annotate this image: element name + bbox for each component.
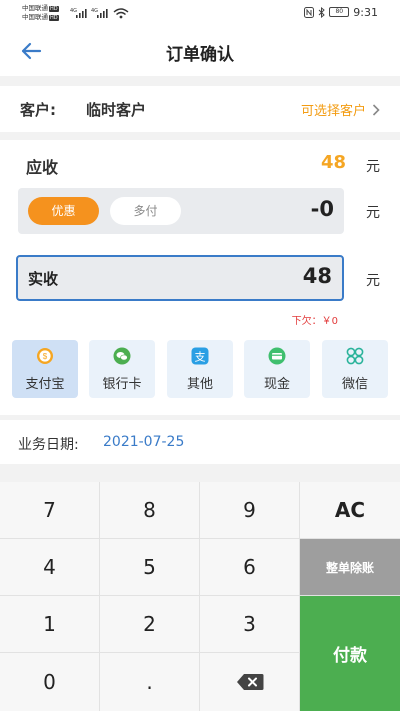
carrier-2-label: 中国联通	[22, 13, 48, 21]
pay-method-alipay[interactable]: $ 支付宝	[12, 340, 78, 398]
pay-method-label: 支付宝	[25, 377, 65, 392]
customer-name: 临时客户	[86, 101, 147, 119]
carrier-1-label: 中国联通	[22, 4, 48, 12]
carrier-1: 中国联通 HD	[22, 4, 59, 12]
discount-box: 优惠 多付 -0	[18, 188, 344, 234]
battery-level: 80	[335, 8, 344, 15]
svg-text:支: 支	[195, 351, 206, 364]
key-0[interactable]: 0	[0, 653, 100, 711]
net-type-2: 4G	[91, 8, 98, 14]
owed-amount: 下欠：￥0	[291, 316, 338, 327]
key-ac[interactable]: AC	[300, 482, 400, 539]
chevron-right-icon	[372, 103, 380, 116]
bluetooth-icon	[318, 6, 326, 18]
actual-received-input[interactable]: 实收 48	[16, 255, 344, 301]
wechat-chat-icon	[113, 347, 131, 365]
pay-method-cash[interactable]: 现金	[244, 340, 310, 398]
amount-card: 应收 48 元 优惠 多付 -0 元 实收 48 元 下欠：￥0 $ 支付宝 银…	[0, 140, 400, 415]
key-2[interactable]: 2	[100, 596, 200, 653]
carrier-2: 中国联通 HD	[22, 13, 59, 21]
hd-badge: HD	[49, 6, 59, 12]
receivable-value: 48	[320, 152, 346, 173]
discount-tab[interactable]: 优惠	[28, 197, 99, 225]
discount-value[interactable]: -0	[311, 197, 334, 221]
business-date-row: 业务日期: 2021-07-25	[0, 420, 400, 464]
pay-method-label: 其他	[186, 377, 213, 392]
pay-method-wechat[interactable]: 微信	[322, 340, 388, 398]
customer-row: 客户: 临时客户 可选择客户	[0, 86, 400, 132]
key-4[interactable]: 4	[0, 539, 100, 596]
clover-icon	[346, 347, 364, 365]
app-header: 订单确认	[0, 26, 400, 76]
cash-icon	[268, 347, 286, 365]
overpay-tab[interactable]: 多付	[110, 197, 181, 225]
backspace-icon	[236, 674, 263, 690]
pay-method-label: 微信	[341, 377, 368, 392]
discount-unit: 元	[366, 205, 380, 221]
key-8[interactable]: 8	[100, 482, 200, 539]
status-right: 80 9:31	[304, 5, 378, 19]
alipay-icon: $	[37, 348, 53, 364]
clear-order-button[interactable]: 整单除账	[300, 539, 400, 596]
clock: 9:31	[353, 5, 378, 19]
actual-unit: 元	[366, 273, 380, 289]
nfc-icon	[304, 6, 315, 18]
backspace-button[interactable]	[200, 653, 300, 711]
receivable-label: 应收	[26, 158, 59, 177]
select-customer-label: 可选择客户	[300, 104, 366, 119]
pay-method-label: 银行卡	[102, 377, 142, 392]
key-3[interactable]: 3	[200, 596, 300, 653]
net-type-1: 4G	[70, 8, 77, 14]
pay-button[interactable]: 付款	[300, 596, 400, 711]
pay-method-label: 现金	[263, 377, 290, 392]
alipay-other-icon: 支	[191, 347, 209, 365]
business-date-label: 业务日期:	[18, 437, 79, 453]
battery-icon: 80	[329, 7, 350, 17]
key-1[interactable]: 1	[0, 596, 100, 653]
svg-text:$: $	[43, 352, 48, 361]
key-5[interactable]: 5	[100, 539, 200, 596]
signal-wifi-icons: 4G 4G	[70, 8, 129, 19]
hd-badge: HD	[49, 15, 59, 21]
receivable-unit: 元	[366, 159, 380, 175]
pay-method-bank-card[interactable]: 银行卡	[89, 340, 155, 398]
key-7[interactable]: 7	[0, 482, 100, 539]
key-dot[interactable]: .	[100, 653, 200, 711]
page-title: 订单确认	[166, 45, 234, 65]
status-bar: 中国联通 HD 中国联通 HD 4G 4G 80 9:31	[0, 0, 400, 26]
key-9[interactable]: 9	[200, 482, 300, 539]
key-6[interactable]: 6	[200, 539, 300, 596]
actual-received-label: 实收	[28, 270, 59, 288]
select-customer-button[interactable]: 可选择客户	[301, 100, 380, 119]
business-date-value[interactable]: 2021-07-25	[103, 434, 184, 450]
numeric-keypad: 7 8 9 AC 4 5 6 整单除账 1 2 3 付款 0 .	[0, 482, 400, 711]
payment-methods: $ 支付宝 银行卡 支 其他 现金 微信	[12, 340, 388, 398]
pay-method-other[interactable]: 支 其他	[167, 340, 233, 398]
actual-received-value: 48	[302, 264, 332, 288]
customer-label: 客户:	[20, 101, 56, 119]
